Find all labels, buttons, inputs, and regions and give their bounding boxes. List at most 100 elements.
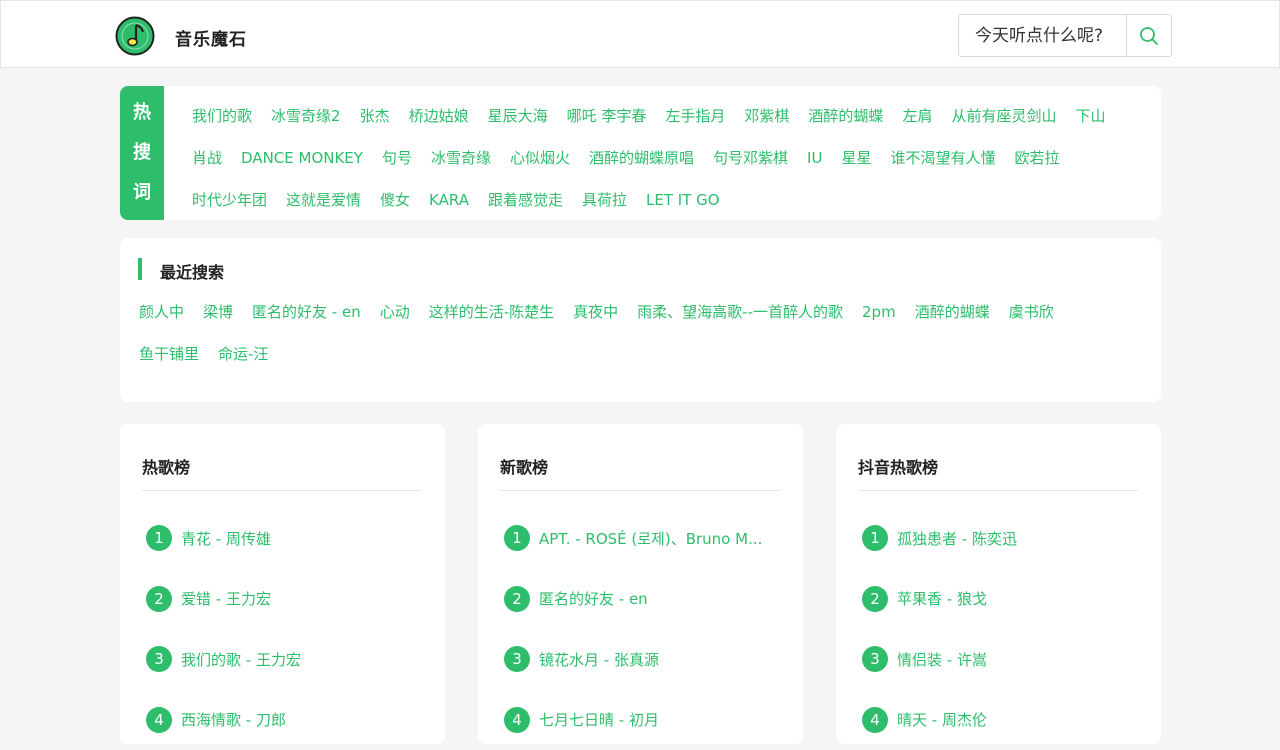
- rank-badge: 1: [504, 525, 530, 551]
- keyword-link[interactable]: 张杰: [360, 95, 390, 137]
- rank-badge: 3: [504, 646, 530, 672]
- keyword-link[interactable]: 梁博: [203, 291, 233, 333]
- keyword-link[interactable]: 跟着感觉走: [488, 179, 563, 221]
- keyword-link[interactable]: 酒醉的蝴蝶原唱: [589, 137, 694, 179]
- top-header: 音乐魔石: [0, 0, 1280, 68]
- hot-search-label: 热 搜 词: [120, 86, 164, 220]
- chart-title: 新歌榜: [500, 454, 548, 478]
- chart-song-item[interactable]: 2 爱错 - 王力宏: [146, 569, 426, 630]
- song-link[interactable]: 晴天 - 周杰伦: [897, 709, 987, 730]
- rank-badge: 4: [862, 707, 888, 733]
- recent-keyword-list: 颜人中梁博匿名的好友 - en 心动这样的生活-陈楚生真夜中雨柔、望海高歌--一首…: [139, 291, 1139, 375]
- chart-song-list: 1 青花 - 周传雄 2 爱错 - 王力宏 3我们的歌 - 王力宏4西海情歌 - 刀郎: [146, 508, 426, 750]
- keyword-link[interactable]: 下山: [1075, 95, 1105, 137]
- chart-song-item[interactable]: 2 苹果香 - 狼戈: [862, 569, 1142, 630]
- chart-song-item[interactable]: 4西海情歌 - 刀郎: [146, 690, 426, 750]
- keyword-link[interactable]: 颜人中: [139, 291, 184, 333]
- song-link[interactable]: 西海情歌 - 刀郎: [181, 709, 286, 730]
- keyword-link[interactable]: 酒醉的蝴蝶: [808, 95, 883, 137]
- rank-badge: 2: [862, 586, 888, 612]
- rank-badge: 1: [146, 525, 172, 551]
- keyword-link[interactable]: 这就是爱情: [286, 179, 361, 221]
- song-link[interactable]: 镜花水月 - 张真源: [539, 649, 659, 670]
- keyword-link[interactable]: 左手指月: [665, 95, 725, 137]
- song-link[interactable]: 孤独患者 - 陈奕迅: [897, 528, 1017, 549]
- keyword-link[interactable]: 句号: [382, 137, 412, 179]
- keyword-link[interactable]: 我们的歌: [192, 95, 252, 137]
- keyword-link[interactable]: 鱼干铺里: [139, 333, 199, 375]
- search-box: [958, 14, 1172, 57]
- search-icon: [1139, 26, 1159, 46]
- search-input[interactable]: [959, 15, 1126, 56]
- keyword-link[interactable]: 欧若拉: [1014, 137, 1059, 179]
- keyword-link[interactable]: 命运-汪: [218, 333, 268, 375]
- chart-card-douyin: 抖音热歌榜 1 孤独患者 - 陈奕迅 2 苹果香 - 狼戈 3 情侣装 - 许嵩 4 晴天 -…: [836, 424, 1161, 744]
- chart-song-item[interactable]: 4 晴天 - 周杰伦: [862, 690, 1142, 750]
- search-button[interactable]: [1126, 15, 1171, 56]
- chart-title: 抖音热歌榜: [858, 454, 938, 478]
- keyword-link[interactable]: 左肩: [902, 95, 932, 137]
- song-link[interactable]: 情侣装 - 许嵩: [897, 649, 987, 670]
- chart-song-list: 1 孤独患者 - 陈奕迅 2 苹果香 - 狼戈 3 情侣装 - 许嵩 4 晴天 - 周杰伦: [862, 508, 1142, 750]
- keyword-link[interactable]: 句号邓紫棋: [713, 137, 788, 179]
- keyword-link[interactable]: 真夜中: [573, 291, 618, 333]
- music-note-logo-icon[interactable]: [115, 16, 155, 56]
- song-link[interactable]: 爱错 - 王力宏: [181, 588, 271, 609]
- recent-search-panel: 最近搜索 颜人中梁博匿名的好友 - en 心动这样的生活-陈楚生真夜中雨柔、望海高…: [120, 238, 1161, 402]
- keyword-link[interactable]: 匿名的好友 - en: [252, 291, 361, 333]
- rank-badge: 1: [862, 525, 888, 551]
- divider: [142, 490, 422, 491]
- chart-song-list: 1 APT. - ROSÉ (로제)、Bruno M... 2 匿名的好友 - en 3…: [504, 508, 784, 750]
- song-link[interactable]: 匿名的好友 - en: [539, 588, 648, 609]
- chart-song-item[interactable]: 3我们的歌 - 王力宏: [146, 629, 426, 690]
- recent-search-accent-bar: [138, 258, 142, 280]
- chart-song-item[interactable]: 2 匿名的好友 - en: [504, 569, 784, 630]
- rank-badge: 2: [504, 586, 530, 612]
- song-link[interactable]: APT. - ROSÉ (로제)、Bruno M...: [539, 528, 762, 549]
- keyword-link[interactable]: 邓紫棋: [744, 95, 789, 137]
- recent-search-title: 最近搜索: [160, 259, 224, 283]
- chart-song-item[interactable]: 1 孤独患者 - 陈奕迅: [862, 508, 1142, 569]
- keyword-link[interactable]: IU: [807, 137, 822, 179]
- keyword-link[interactable]: 谁不渴望有人懂: [890, 137, 995, 179]
- song-link[interactable]: 青花 - 周传雄: [181, 528, 271, 549]
- keyword-link[interactable]: 从前有座灵剑山: [951, 95, 1056, 137]
- hot-search-label-char: 词: [133, 173, 151, 213]
- keyword-link[interactable]: 虞书欣: [1009, 291, 1054, 333]
- keyword-link[interactable]: 心动: [380, 291, 410, 333]
- keyword-link[interactable]: 冰雪奇缘: [431, 137, 491, 179]
- keyword-link[interactable]: 傻女: [380, 179, 410, 221]
- chart-song-item[interactable]: 1 青花 - 周传雄: [146, 508, 426, 569]
- song-link[interactable]: 苹果香 - 狼戈: [897, 588, 987, 609]
- keyword-link[interactable]: KARA: [429, 179, 469, 221]
- keyword-link[interactable]: 哪吒 李宇春: [567, 95, 647, 137]
- chart-song-item[interactable]: 4七月七日晴 - 初月: [504, 690, 784, 750]
- rank-badge: 3: [862, 646, 888, 672]
- hot-keyword-list: 我们的歌冰雪奇缘2 张杰桥边姑娘星辰大海哪吒 李宇春左手指月邓紫棋酒醉的蝴蝶左肩从…: [192, 95, 1152, 221]
- chart-song-item[interactable]: 3 镜花水月 - 张真源: [504, 629, 784, 690]
- chart-title: 热歌榜: [142, 454, 190, 478]
- divider: [500, 490, 780, 491]
- keyword-link[interactable]: 时代少年团: [192, 179, 267, 221]
- chart-song-item[interactable]: 1 APT. - ROSÉ (로제)、Bruno M...: [504, 508, 784, 569]
- keyword-link[interactable]: 雨柔、望海高歌--一首醉人的歌: [637, 291, 843, 333]
- site-title[interactable]: 音乐魔石: [175, 25, 247, 50]
- song-link[interactable]: 我们的歌 - 王力宏: [181, 649, 301, 670]
- keyword-link[interactable]: 冰雪奇缘2: [271, 95, 341, 137]
- keyword-link[interactable]: 这样的生活-陈楚生: [429, 291, 554, 333]
- keyword-link[interactable]: 具荷拉: [582, 179, 627, 221]
- keyword-link[interactable]: DANCE MONKEY: [241, 137, 363, 179]
- divider: [858, 490, 1138, 491]
- song-link[interactable]: 七月七日晴 - 初月: [539, 709, 659, 730]
- hot-search-label-char: 搜: [133, 133, 151, 173]
- keyword-link[interactable]: 2pm: [862, 291, 896, 333]
- keyword-link[interactable]: 心似烟火: [510, 137, 570, 179]
- rank-badge: 2: [146, 586, 172, 612]
- keyword-link[interactable]: 星星: [841, 137, 871, 179]
- keyword-link[interactable]: LET IT GO: [646, 179, 720, 221]
- keyword-link[interactable]: 星辰大海: [488, 95, 548, 137]
- keyword-link[interactable]: 桥边姑娘: [409, 95, 469, 137]
- keyword-link[interactable]: 肖战: [192, 137, 222, 179]
- keyword-link[interactable]: 酒醉的蝴蝶: [915, 291, 990, 333]
- chart-song-item[interactable]: 3 情侣装 - 许嵩: [862, 629, 1142, 690]
